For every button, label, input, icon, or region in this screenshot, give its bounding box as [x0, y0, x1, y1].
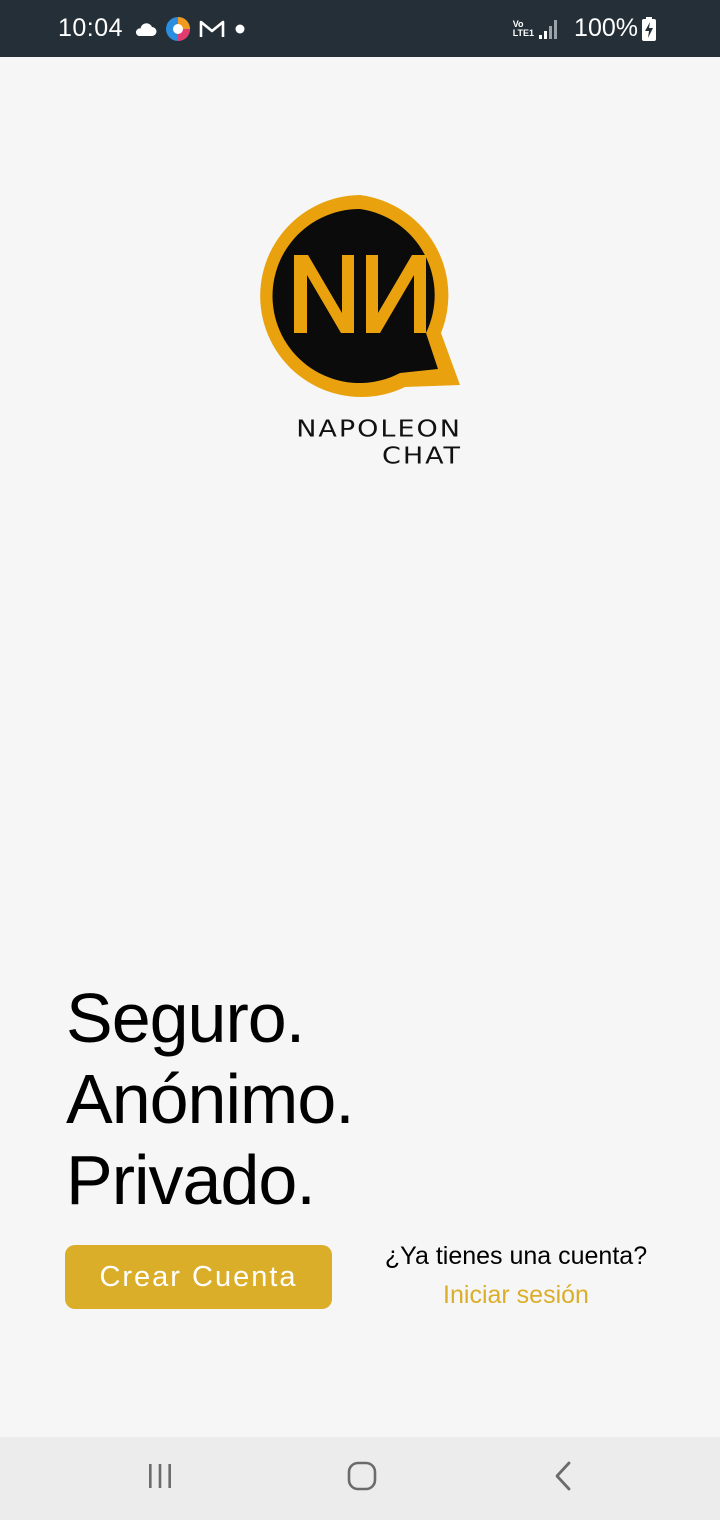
edge-browser-icon	[165, 16, 191, 42]
volte-indicator: Vo LTE1	[512, 19, 535, 38]
back-icon	[549, 1461, 579, 1496]
back-button[interactable]	[504, 1437, 624, 1520]
login-link[interactable]: Iniciar sesión	[443, 1281, 589, 1310]
status-right: Vo LTE1 100%	[513, 14, 664, 43]
logo-wordmark: NAPOLEON CHAT	[250, 414, 472, 472]
tagline: Seguro. Anónimo. Privado.	[66, 978, 355, 1221]
battery-charging-icon	[642, 16, 656, 41]
status-left: 10:04	[58, 14, 255, 43]
battery-percent: 100%	[574, 14, 638, 42]
status-time: 10:04	[58, 14, 124, 42]
cloud-icon	[133, 21, 157, 37]
volte-bottom: LTE1	[512, 27, 535, 38]
notification-dot-icon	[233, 22, 247, 36]
gmail-icon	[199, 19, 225, 39]
recents-icon	[145, 1461, 175, 1496]
logo-bubble-icon	[260, 195, 460, 397]
logo-line-2: CHAT	[381, 443, 462, 470]
status-bar: 10:04 Vo LTE1 100%	[0, 0, 720, 57]
welcome-screen: 10:04 Vo LTE1 100% NAPOLEON CHAT Seguro.…	[0, 0, 720, 1520]
tagline-line-3: Privado.	[66, 1141, 316, 1219]
signal-icon	[538, 18, 560, 40]
home-icon	[346, 1460, 378, 1497]
create-account-button[interactable]: Crear Cuenta	[65, 1245, 332, 1309]
tagline-line-2: Anónimo.	[66, 1060, 355, 1138]
login-area: ¿Ya tienes una cuenta? Iniciar sesión	[366, 1242, 666, 1310]
app-logo: NAPOLEON CHAT	[250, 190, 472, 480]
recents-button[interactable]	[100, 1437, 220, 1520]
navigation-bar	[0, 1437, 720, 1520]
logo-line-1: NAPOLEON	[296, 416, 462, 443]
home-button[interactable]	[302, 1437, 422, 1520]
tagline-line-1: Seguro.	[66, 979, 305, 1057]
login-question: ¿Ya tienes una cuenta?	[384, 1242, 648, 1270]
